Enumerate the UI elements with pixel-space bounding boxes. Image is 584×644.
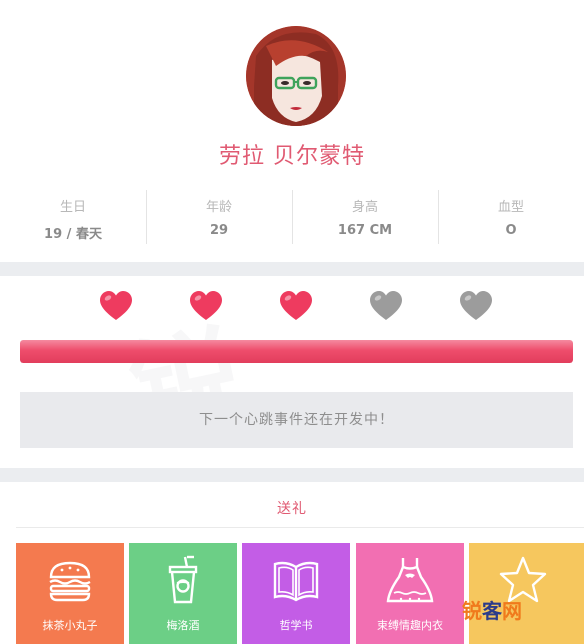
heart-rating [0,290,584,326]
stat-value: O [505,223,517,238]
progress-fill [20,340,573,363]
stat-height: 身高 167 CM [292,188,438,244]
section-divider [0,468,584,482]
burger-icon [49,561,91,602]
logo-char: 网 [502,599,522,623]
stat-blood-type: 血型 O [438,188,584,244]
stat-label: 生日 [59,200,86,215]
heart-empty-icon [369,290,403,322]
gift-label: 束缚情趣内衣 [377,619,443,632]
heart-filled-icon [99,290,133,322]
stat-value: 167 CM [337,223,393,238]
gift-label: 哲学书 [279,619,313,632]
section-divider [0,262,584,276]
stat-value: 19 / 春天 [44,227,102,242]
stat-label: 年龄 [205,200,232,215]
heart-filled-icon [279,290,313,322]
stat-age: 年龄 29 [146,188,292,244]
drink-cup-icon [168,555,198,604]
stat-value: 29 [209,223,229,238]
logo-char: 锐 [462,599,482,623]
gift-merlot-wine[interactable]: 梅洛酒 [129,543,237,644]
stat-label: 血型 [497,200,524,215]
affection-progress-bar [20,340,573,363]
stats-row: 生日 19 / 春天 年龄 29 身高 167 CM 血型 O [0,188,584,244]
gifts-title: 送礼 [277,501,307,517]
site-logo: 锐客网 [462,596,538,626]
heart-empty-icon [459,290,493,322]
profile-card: 劳拉 贝尔蒙特 生日 19 / 春天 年龄 29 身高 167 CM 血型 O [0,0,584,262]
affection-panel: 锐 下一个心跳事件还在开发中！ [0,276,584,468]
gift-star[interactable] [469,543,584,644]
avatar [246,26,346,126]
logo-char: 客 [482,599,502,623]
stat-label: 身高 [351,200,378,215]
gift-label: 梅洛酒 [166,619,200,632]
stat-birthday: 生日 19 / 春天 [0,188,146,244]
book-icon [273,561,319,602]
gift-matcha-dango[interactable]: 抹茶小丸子 [16,543,124,644]
divider [16,527,584,528]
gift-lingerie[interactable]: 束缚情趣内衣 [356,543,464,644]
gift-label: 抹茶小丸子 [42,619,98,632]
gift-philosophy-book[interactable]: 哲学书 [242,543,350,644]
heart-filled-icon [189,290,223,322]
character-name: 劳拉 贝尔蒙特 [219,144,365,169]
dress-icon [386,558,434,603]
heart-event-notice: 下一个心跳事件还在开发中！ [20,392,573,448]
